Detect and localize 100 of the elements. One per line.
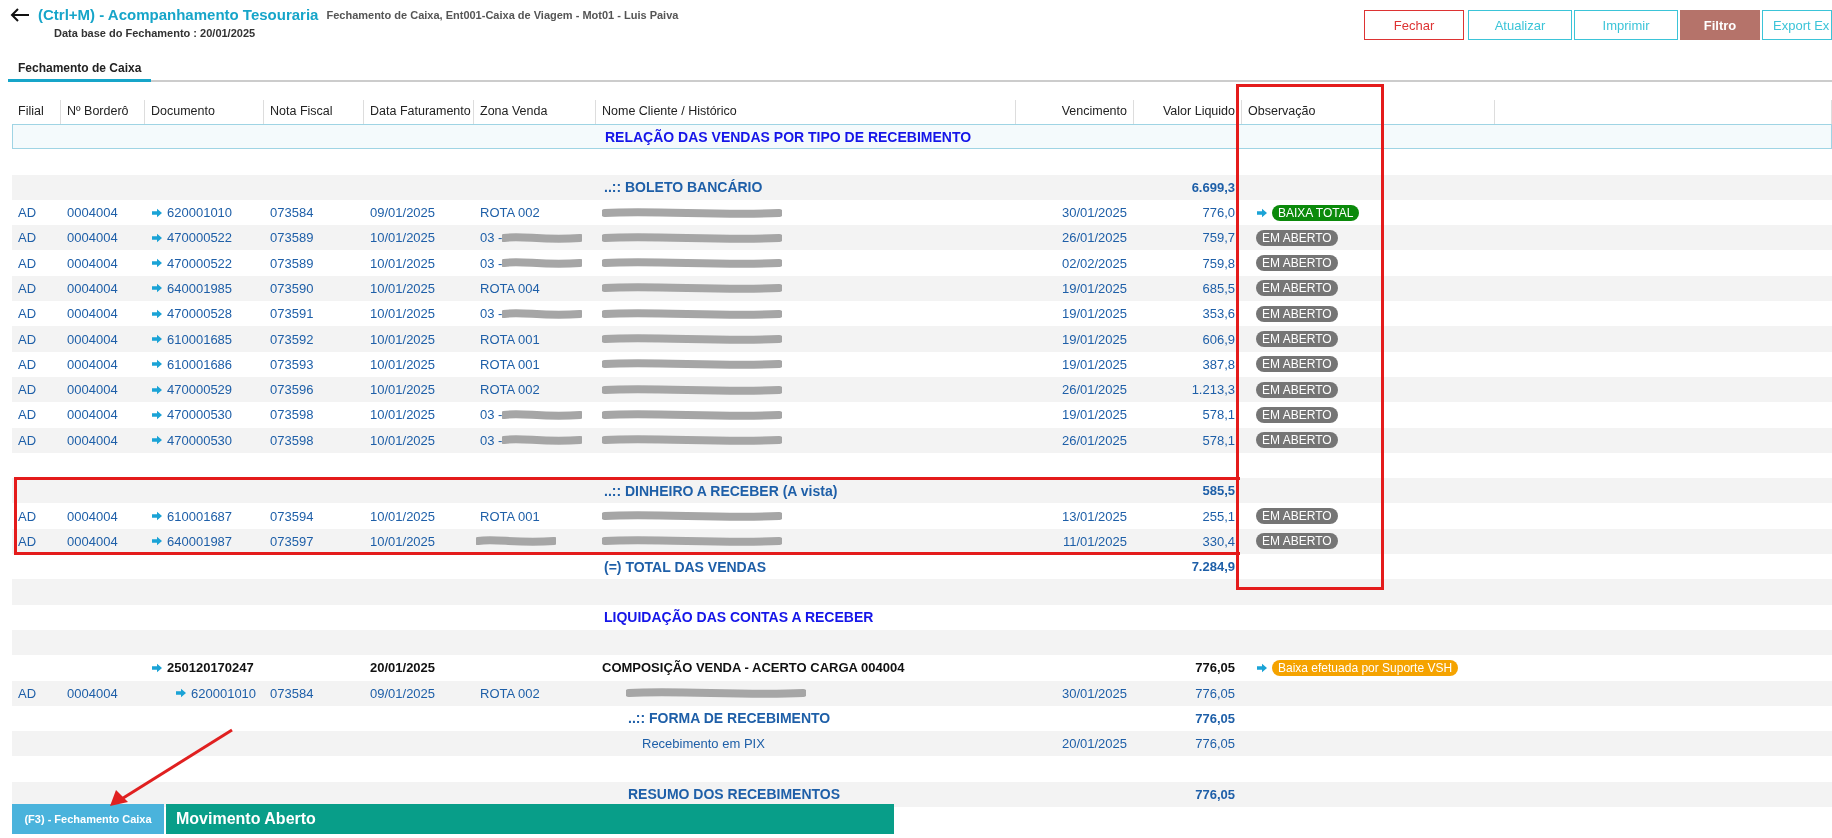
table-cell: 10/01/2025 <box>370 280 436 296</box>
table-cell: 330,4 <box>1202 533 1235 549</box>
table-cell: AD <box>18 356 37 372</box>
group-total: 776,05 <box>1194 710 1236 726</box>
action-button[interactable]: Fechar <box>1364 10 1464 40</box>
table-cell: 10/01/2025 <box>370 432 436 448</box>
document-link[interactable]: 640001987 <box>167 533 233 549</box>
table-cell: 13/01/2025 <box>1061 508 1127 524</box>
table-cell: 685,5 <box>1202 280 1235 296</box>
group-total: 6.699,3 <box>1190 179 1236 195</box>
table-cell: 02/02/2025 <box>1061 255 1127 271</box>
table-cell: ROTA 002 <box>480 685 540 701</box>
status-badge: EM ABERTO <box>1256 533 1338 550</box>
table-cell: 0004004 <box>67 230 118 246</box>
table-cell: 10/01/2025 <box>370 407 436 423</box>
table-cell: 073598 <box>270 432 314 448</box>
table-cell: 0004004 <box>67 382 118 398</box>
arrow-right-icon <box>151 207 163 218</box>
table-cell: 073597 <box>270 533 314 549</box>
table-cell: 759,8 <box>1202 255 1235 271</box>
section-title: RELAÇÃO DAS VENDAS POR TIPO DE RECEBIMENTO <box>604 128 973 145</box>
group-heading: (=) TOTAL DAS VENDAS <box>603 558 768 575</box>
table-cell: 776,05 <box>1195 660 1235 676</box>
table-cell: 0004004 <box>67 508 118 524</box>
table-cell: 03 - <box>480 230 503 246</box>
page-title: (Ctrl+M) - Acompanhamento Tesouraria <box>38 6 319 23</box>
table-cell: AD <box>18 508 37 524</box>
status-badge: EM ABERTO <box>1256 229 1338 246</box>
table-cell: 10/01/2025 <box>370 306 436 322</box>
arrow-right-icon <box>151 409 163 420</box>
status-badge: EM ABERTO <box>1256 305 1338 322</box>
table-cell: 073589 <box>270 230 314 246</box>
table-cell: 073590 <box>270 280 314 296</box>
arrow-right-icon <box>151 384 163 395</box>
table-cell: 09/01/2025 <box>370 685 436 701</box>
table-cell: 0004004 <box>67 205 118 221</box>
table-cell: 073584 <box>270 685 314 701</box>
table-cell: 073584 <box>270 205 314 221</box>
table-cell-text: Recebimento em PIX <box>641 736 765 752</box>
table-cell: 11/01/2025 <box>1062 533 1127 549</box>
table-cell: 0004004 <box>67 432 118 448</box>
document-link[interactable]: 470000522 <box>167 230 233 246</box>
document-link[interactable]: 620001010 <box>191 685 257 701</box>
document-link[interactable]: 250120170247 <box>167 660 254 676</box>
group-heading: ..:: FORMA DE RECEBIMENTO <box>627 710 832 727</box>
table-cell: 0004004 <box>67 685 118 701</box>
table-cell: ROTA 002 <box>480 205 540 221</box>
arrow-right-icon <box>151 536 163 547</box>
arrow-right-icon <box>151 308 163 319</box>
table-cell: 0004004 <box>67 407 118 423</box>
document-link[interactable]: 470000529 <box>167 382 233 398</box>
arrow-right-icon <box>151 283 163 294</box>
table-cell: 073596 <box>270 382 314 398</box>
table-cell: 255,1 <box>1202 508 1235 524</box>
table-cell: 387,8 <box>1202 356 1235 372</box>
table-cell: 19/01/2025 <box>1061 280 1127 296</box>
table-cell: 19/01/2025 <box>1061 331 1127 347</box>
table-cell: 20/01/2025 <box>1061 736 1127 752</box>
table-cell: COMPOSIÇÃO VENDA - ACERTO CARGA 004004 <box>602 660 905 676</box>
document-link[interactable]: 610001686 <box>167 356 233 372</box>
table-cell: AD <box>18 533 37 549</box>
table-cell: 10/01/2025 <box>370 382 436 398</box>
document-link[interactable]: 610001685 <box>167 331 233 347</box>
status-badge: EM ABERTO <box>1256 356 1338 373</box>
table-cell: 0004004 <box>67 533 118 549</box>
table-cell: 073593 <box>270 356 314 372</box>
table-cell: 10/01/2025 <box>370 533 436 549</box>
status-bar: Movimento Aberto <box>166 804 894 834</box>
document-link[interactable]: 470000528 <box>167 306 233 322</box>
document-link[interactable]: 470000530 <box>167 407 233 423</box>
document-link[interactable]: 470000530 <box>167 432 233 448</box>
document-link[interactable]: 640001985 <box>167 280 233 296</box>
group-total: 585,5 <box>1201 483 1236 499</box>
table-cell: AD <box>18 331 37 347</box>
arrow-right-icon <box>175 688 187 699</box>
table-cell: 03 - <box>480 407 503 423</box>
table-cell: 10/01/2025 <box>370 508 436 524</box>
arrow-right-icon <box>151 435 163 446</box>
status-badge: EM ABERTO <box>1256 406 1338 423</box>
group-total: 776,05 <box>1194 786 1236 802</box>
status-badge: Baixa efetuada por Suporte VSH <box>1272 659 1459 676</box>
table-cell: 19/01/2025 <box>1061 407 1127 423</box>
status-badge: EM ABERTO <box>1256 381 1338 398</box>
action-button[interactable]: Filtro <box>1680 10 1760 40</box>
document-link[interactable]: 470000522 <box>167 255 233 271</box>
table-cell: 1.213,3 <box>1191 382 1235 398</box>
arrow-right-icon <box>151 232 163 243</box>
table-cell: AD <box>18 382 37 398</box>
back-arrow-icon[interactable] <box>10 7 30 22</box>
document-link[interactable]: 620001010 <box>167 205 233 221</box>
table-cell: 19/01/2025 <box>1061 356 1127 372</box>
table-cell: 606,9 <box>1202 331 1235 347</box>
table-cell: 073592 <box>270 331 314 347</box>
table-cell: 073589 <box>270 255 314 271</box>
table-cell: ROTA 001 <box>480 331 540 347</box>
document-link[interactable]: 610001687 <box>167 508 233 524</box>
table-cell: 0004004 <box>67 356 118 372</box>
table-cell: 073598 <box>270 407 314 423</box>
table-cell: 03 - <box>480 306 503 322</box>
table-cell: 0004004 <box>67 331 118 347</box>
